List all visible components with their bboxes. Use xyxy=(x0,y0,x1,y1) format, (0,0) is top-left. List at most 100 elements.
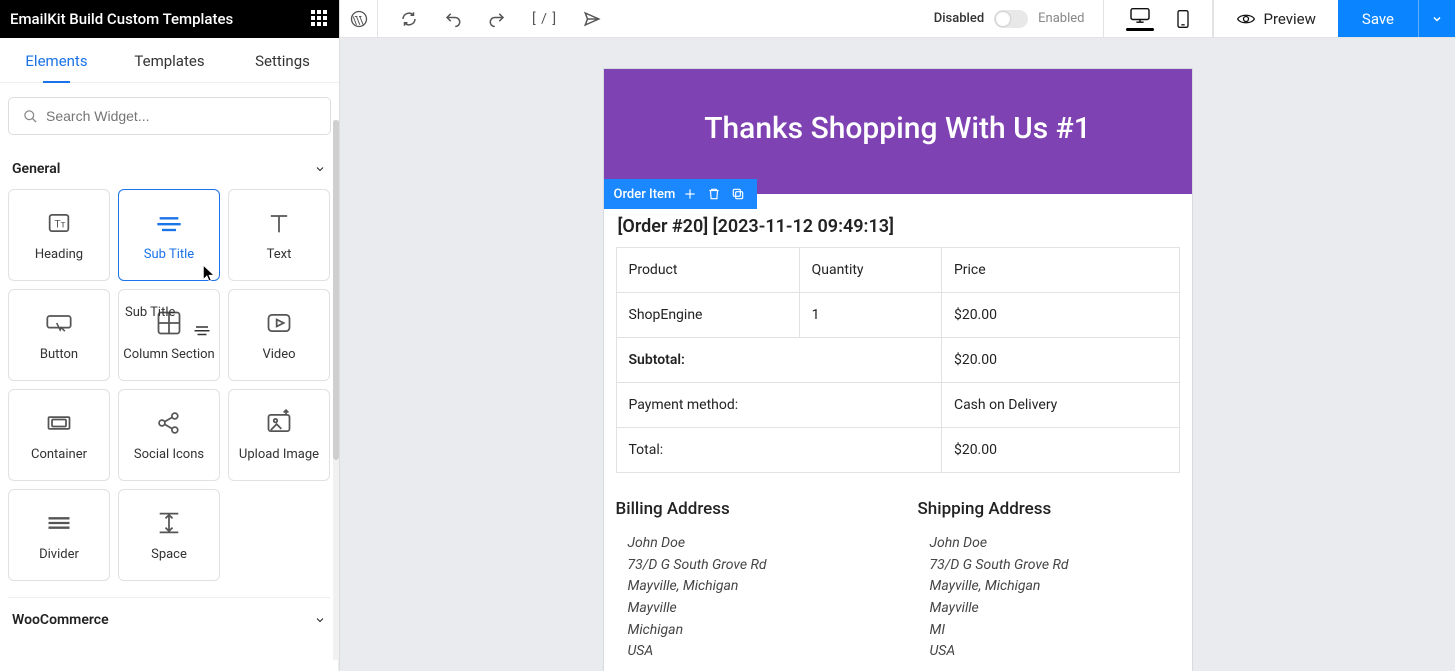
widget-label: Space xyxy=(151,547,187,562)
device-desktop[interactable] xyxy=(1126,6,1154,31)
email-frame[interactable]: Thanks Shopping With Us #1 Order Item [O… xyxy=(603,68,1193,671)
shipping-lines: John Doe 73/D G South Grove Rd Mayville,… xyxy=(918,533,1180,663)
apps-icon[interactable] xyxy=(311,10,329,28)
grid-icon xyxy=(155,309,183,337)
block-duplicate[interactable] xyxy=(729,185,747,203)
billing-address: Billing Address John Doe 73/D G South Gr… xyxy=(616,499,878,663)
button-icon xyxy=(45,309,73,337)
widget-video[interactable]: Video xyxy=(228,289,330,381)
billing-lines: John Doe 73/D G South Grove Rd Mayville,… xyxy=(616,533,878,663)
widgets-panel: General Tᴛ Heading Sub Title Text Button xyxy=(0,147,339,671)
widgets-grid: Tᴛ Heading Sub Title Text Button Column … xyxy=(8,189,330,581)
device-switch xyxy=(1104,6,1212,31)
mobile-icon xyxy=(1176,9,1190,29)
enabled-label: Enabled xyxy=(1038,11,1084,26)
email-body: [Order #20] [2023-11-12 09:49:13] Produc… xyxy=(604,194,1192,671)
widget-label: Text xyxy=(267,247,292,262)
refresh-icon[interactable] xyxy=(400,10,418,28)
search-icon xyxy=(23,109,38,124)
heading-icon: Tᴛ xyxy=(45,209,73,237)
cell-price: $20.00 xyxy=(941,293,1179,338)
subtotal-value: $20.00 xyxy=(941,338,1179,383)
chevron-down-icon xyxy=(314,614,326,626)
total-label: Total: xyxy=(616,428,941,473)
email-hero[interactable]: Thanks Shopping With Us #1 Order Item xyxy=(604,69,1192,194)
widget-divider[interactable]: Divider xyxy=(8,489,110,581)
widget-label: Container xyxy=(31,447,87,462)
widget-container[interactable]: Container xyxy=(8,389,110,481)
search-input[interactable] xyxy=(46,108,316,124)
widget-label: Divider xyxy=(39,547,79,562)
table-row: ShopEngine 1 $20.00 xyxy=(616,293,1179,338)
disabled-label: Disabled xyxy=(934,11,984,26)
wp-logo[interactable] xyxy=(340,0,378,38)
widget-label: Heading xyxy=(35,247,83,262)
share-icon xyxy=(155,409,183,437)
search-wrap xyxy=(0,83,339,147)
image-upload-icon xyxy=(265,409,293,437)
address-wrap: Billing Address John Doe 73/D G South Gr… xyxy=(616,499,1180,663)
sidebar: EmailKit Build Custom Templates Elements… xyxy=(0,0,340,671)
widget-label: Sub Title xyxy=(144,247,194,262)
send-icon[interactable] xyxy=(583,10,601,28)
widget-label: Upload Image xyxy=(239,447,319,462)
widget-label: Button xyxy=(40,347,78,362)
widget-heading[interactable]: Tᴛ Heading xyxy=(8,189,110,281)
main: [ / ] Disabled Enabled Preview xyxy=(340,0,1455,671)
text-icon xyxy=(265,209,293,237)
section-woocommerce[interactable]: WooCommerce xyxy=(8,597,330,640)
shortcode-icon[interactable]: [ / ] xyxy=(532,11,557,27)
widget-label: Column Section xyxy=(123,347,214,362)
payment-value: Cash on Delivery xyxy=(941,383,1179,428)
table-header-row: Product Quantity Price xyxy=(616,248,1179,293)
device-mobile[interactable] xyxy=(1176,9,1190,29)
widget-space[interactable]: Space xyxy=(118,489,220,581)
order-table: Product Quantity Price ShopEngine 1 $20.… xyxy=(616,247,1180,473)
search-box[interactable] xyxy=(8,97,331,135)
widget-column-section[interactable]: Column Section xyxy=(118,289,220,381)
redo-icon[interactable] xyxy=(488,10,506,28)
subtotal-label: Subtotal: xyxy=(616,338,941,383)
th-qty: Quantity xyxy=(799,248,941,293)
tab-settings[interactable]: Settings xyxy=(226,38,339,82)
save-label: Save xyxy=(1362,10,1394,28)
total-value: $20.00 xyxy=(941,428,1179,473)
topbar-right: Disabled Enabled Preview Save xyxy=(934,0,1455,37)
undo-icon[interactable] xyxy=(444,10,462,28)
section-general-label: General xyxy=(12,161,60,177)
tab-elements[interactable]: Elements xyxy=(0,38,113,82)
table-payment-row: Payment method: Cash on Delivery xyxy=(616,383,1179,428)
block-delete[interactable] xyxy=(705,185,723,203)
widget-text[interactable]: Text xyxy=(228,189,330,281)
canvas[interactable]: Thanks Shopping With Us #1 Order Item [O… xyxy=(340,38,1455,671)
svg-text:Tᴛ: Tᴛ xyxy=(54,217,65,230)
chevron-down-icon xyxy=(314,163,326,175)
save-button[interactable]: Save xyxy=(1338,0,1418,37)
sidebar-scrollbar[interactable] xyxy=(333,120,339,660)
widget-social-icons[interactable]: Social Icons xyxy=(118,389,220,481)
block-label: Order Item xyxy=(614,187,676,202)
section-woo-label: WooCommerce xyxy=(12,612,109,628)
video-icon xyxy=(265,309,293,337)
payment-label: Payment method: xyxy=(616,383,941,428)
wordpress-icon xyxy=(349,9,369,29)
widget-subtitle[interactable]: Sub Title xyxy=(118,189,220,281)
table-total-row: Total: $20.00 xyxy=(616,428,1179,473)
space-icon xyxy=(155,509,183,537)
tab-templates[interactable]: Templates xyxy=(113,38,226,82)
shipping-title: Shipping Address xyxy=(918,499,1180,519)
billing-title: Billing Address xyxy=(616,499,878,519)
shipping-address: Shipping Address John Doe 73/D G South G… xyxy=(918,499,1180,663)
sidebar-header: EmailKit Build Custom Templates xyxy=(0,0,339,38)
preview-button[interactable]: Preview xyxy=(1213,0,1338,37)
section-general[interactable]: General xyxy=(8,147,330,189)
save-dropdown[interactable] xyxy=(1418,0,1455,37)
widget-upload-image[interactable]: Upload Image xyxy=(228,389,330,481)
widget-button[interactable]: Button xyxy=(8,289,110,381)
app-title: EmailKit Build Custom Templates xyxy=(10,10,233,28)
preview-label: Preview xyxy=(1264,10,1316,28)
topbar: [ / ] Disabled Enabled Preview xyxy=(340,0,1455,38)
cell-qty: 1 xyxy=(799,293,941,338)
block-add[interactable] xyxy=(681,185,699,203)
enable-toggle[interactable] xyxy=(994,10,1028,28)
